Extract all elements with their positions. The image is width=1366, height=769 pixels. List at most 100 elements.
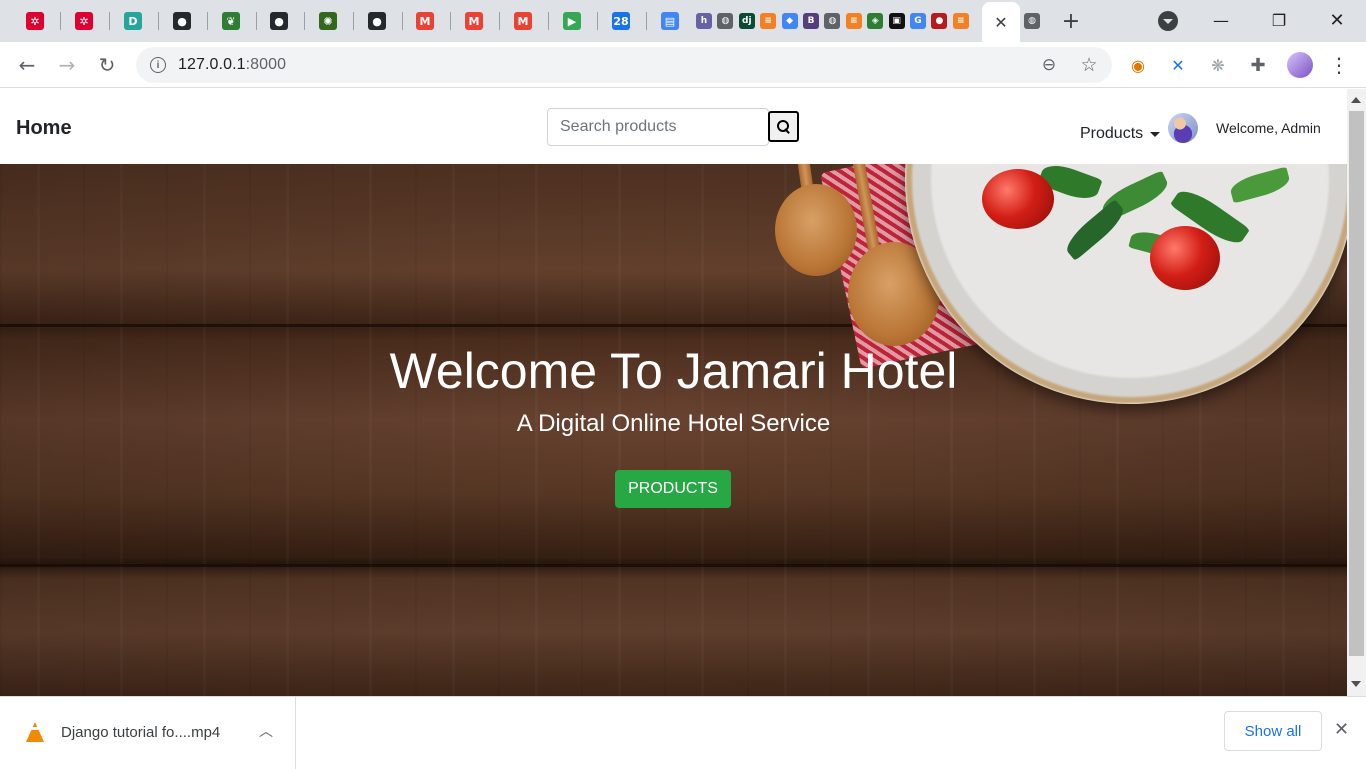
pinned-tab[interactable]: ◈	[866, 5, 884, 37]
wooden-spoon-image	[775, 184, 857, 276]
translate-icon: ▤	[661, 12, 679, 30]
pinned-tab[interactable]: ≡	[759, 5, 777, 37]
pinned-tab[interactable]: M	[414, 5, 436, 37]
dots-icon: ●	[931, 13, 948, 29]
tab-separator	[499, 12, 500, 30]
pinned-tab[interactable]: ●	[366, 5, 388, 37]
bootstrap-icon: B	[803, 13, 819, 29]
browser-toolbar: ← → ↻ i 127.0.0.1:8000 ⊖ ☆ ◉ ✕ ❋ ✚ ⋮	[0, 42, 1366, 88]
page-viewport: Home Products Welcome, Admin Welcome To …	[0, 89, 1366, 696]
pinned-tab[interactable]: ◍	[823, 5, 841, 37]
tab-separator	[304, 12, 305, 30]
angular-icon: ✲	[75, 12, 93, 30]
back-button[interactable]: ←	[12, 50, 42, 80]
pinned-tab[interactable]: ▣	[888, 5, 906, 37]
pinned-tab[interactable]: M	[463, 5, 485, 37]
pinned-tab[interactable]: ≡	[845, 5, 863, 37]
download-shelf: Django tutorial fo....mp4 ︿ Show all ✕	[0, 696, 1366, 769]
gmail-icon: M	[416, 12, 434, 30]
pinned-tab[interactable]: ✲	[24, 5, 46, 37]
reload-button[interactable]: ↻	[92, 50, 122, 80]
url-port: :8000	[245, 56, 287, 73]
emblem-icon: ✺	[319, 12, 337, 30]
puzzle-icon[interactable]: ✚	[1247, 54, 1269, 76]
pinned-tab[interactable]: ✺	[317, 5, 339, 37]
pinned-tab[interactable]: G	[909, 5, 927, 37]
django-icon: dj	[738, 13, 755, 29]
restore-button[interactable]: ❐	[1256, 4, 1302, 36]
pinned-tab[interactable]: ❦	[220, 5, 242, 37]
extension-compass-icon[interactable]: ✕	[1167, 54, 1189, 76]
products-dropdown[interactable]: Products	[1080, 125, 1161, 143]
bookmark-star-icon[interactable]: ☆	[1078, 54, 1100, 76]
tab-separator	[256, 12, 257, 30]
products-button[interactable]: PRODUCTS	[615, 470, 731, 508]
calendar-icon: 28	[612, 12, 630, 30]
play-icon: ▶	[563, 12, 581, 30]
pinned-tab[interactable]: D	[122, 5, 144, 37]
tab-separator	[597, 12, 598, 30]
forward-button[interactable]: →	[52, 50, 82, 80]
chevron-up-icon[interactable]: ︿	[259, 721, 273, 741]
globe-icon: ◍	[824, 13, 841, 29]
site-navbar: Home Products Welcome, Admin	[0, 89, 1347, 164]
show-all-button[interactable]: Show all	[1224, 711, 1322, 751]
pinned-tab[interactable]: M	[512, 5, 534, 37]
user-avatar[interactable]	[1168, 113, 1198, 143]
profile-avatar[interactable]	[1287, 52, 1313, 78]
pinned-tab[interactable]: ◍	[716, 5, 734, 37]
pinned-tab[interactable]: B	[802, 5, 820, 37]
window-close-button[interactable]: ✕	[1314, 4, 1360, 36]
tab-separator	[402, 12, 403, 30]
gmail-icon: M	[465, 12, 483, 30]
extension-gear-icon[interactable]: ❋	[1207, 54, 1229, 76]
search-icon	[777, 120, 790, 133]
pinned-tab[interactable]: ▤	[659, 5, 681, 37]
pinned-tab[interactable]: ◍	[1023, 5, 1041, 37]
tab-separator	[353, 12, 354, 30]
pinned-tab[interactable]: ●	[268, 5, 290, 37]
new-tab-button[interactable]: +	[1058, 8, 1084, 34]
heroku-icon: h	[696, 13, 712, 29]
search-input[interactable]	[547, 108, 769, 146]
products-dropdown-label: Products	[1080, 125, 1144, 142]
page-scrollbar[interactable]	[1347, 89, 1366, 696]
search-button[interactable]	[768, 111, 799, 142]
diamond-icon: ◈	[867, 13, 884, 29]
pinned-tab[interactable]: dj	[738, 5, 756, 37]
brand-home-link[interactable]: Home	[16, 117, 72, 140]
scrollbar-thumb[interactable]	[1349, 111, 1364, 656]
scroll-up-arrow-icon[interactable]	[1351, 97, 1361, 103]
url-host: 127.0.0.1	[178, 56, 246, 73]
pinned-tab[interactable]: 28	[610, 5, 632, 37]
pinned-tab[interactable]: ●	[171, 5, 193, 37]
pinned-tab[interactable]: ≡	[952, 5, 970, 37]
welcome-text: Welcome, Admin	[1216, 120, 1321, 136]
extension-orange-icon[interactable]: ◉	[1127, 54, 1149, 76]
pinned-tab[interactable]: h	[695, 5, 713, 37]
zoom-icon[interactable]: ⊖	[1038, 54, 1060, 76]
hero-subtitle: A Digital Online Hotel Service	[516, 410, 831, 437]
caret-down-icon	[1150, 131, 1161, 137]
browser-menu-icon[interactable]: ⋮	[1324, 50, 1354, 80]
tab-search-icon[interactable]	[1158, 11, 1178, 31]
tab-separator	[548, 12, 549, 30]
download-item[interactable]: Django tutorial fo....mp4 ︿	[0, 697, 296, 769]
close-shelf-icon[interactable]: ✕	[1334, 719, 1349, 740]
google-icon: G	[910, 13, 926, 29]
pinned-tab[interactable]: ▶	[561, 5, 583, 37]
url-text[interactable]: 127.0.0.1:8000	[178, 56, 286, 74]
pinned-tab[interactable]: ●	[930, 5, 948, 37]
minimize-button[interactable]: —	[1198, 4, 1244, 36]
pinned-tab[interactable]: ✲	[73, 5, 95, 37]
address-bar[interactable]: i 127.0.0.1:8000 ⊖ ☆	[136, 47, 1112, 83]
vlc-file-icon	[26, 722, 44, 742]
scroll-down-arrow-icon[interactable]	[1351, 681, 1361, 687]
tab-separator	[207, 12, 208, 30]
close-icon[interactable]: ✕	[994, 13, 1007, 32]
download-file-name[interactable]: Django tutorial fo....mp4	[61, 724, 220, 741]
active-tab[interactable]: ✕	[982, 2, 1020, 42]
film-icon: ▣	[888, 13, 905, 29]
info-icon[interactable]: i	[150, 57, 166, 73]
pinned-tab[interactable]: ◆	[781, 5, 799, 37]
